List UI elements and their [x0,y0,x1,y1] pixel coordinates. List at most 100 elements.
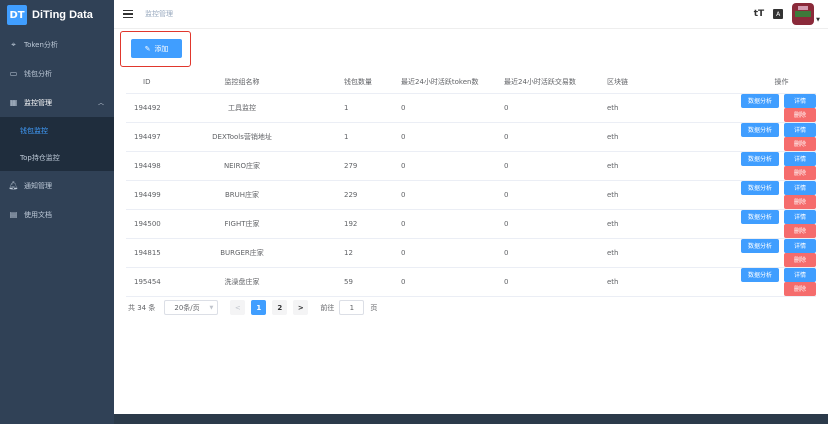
cell-name: BURGER庄家 [186,238,298,268]
cell-token: 0 [401,93,504,123]
sidebar-item-docs[interactable]: ▤ 使用文档 [0,200,114,229]
sidebar-item-top-holdings-monitor[interactable]: Top持仓监控 [0,144,114,171]
next-page-button[interactable]: > [293,300,309,315]
data-analysis-button[interactable]: 数据分析 [741,238,779,253]
breadcrumb[interactable]: 监控管理 [145,9,173,19]
sidebar-item-label: 钱包监控 [20,126,48,135]
cell-name: DEXTools营销地址 [186,122,298,152]
wallet-icon: ▭ [9,69,18,78]
edit-icon: ✎ [144,45,151,53]
delete-button[interactable]: 删除 [784,252,816,267]
goto-page-input[interactable]: 1 [339,300,365,315]
sidebar-item-token-analysis[interactable]: ⌖ Token分析 [0,30,114,59]
table-row: 194815 BURGER庄家 12 0 0 eth 数据分析 详情删除 [126,238,816,268]
sidebar-item-wallet-monitor[interactable]: 钱包监控 [0,117,114,144]
sidebar-item-wallet-analysis[interactable]: ▭ 钱包分析 [0,59,114,88]
cell-ops: 数据分析 详情删除 [707,122,816,152]
sidebar-item-label: 监控管理 [24,98,52,107]
col-header-token: 最近24小时活跃token数 [401,71,504,94]
data-analysis-button[interactable]: 数据分析 [741,209,779,224]
table-row: 194492 工具监控 1 0 0 eth 数据分析 详情删除 [126,93,816,123]
detail-button[interactable]: 详情 [784,238,816,253]
col-header-chain: 区块链 [607,71,707,94]
detail-button[interactable]: 详情 [784,267,816,282]
goto-prefix: 前往 [320,303,335,312]
delete-button[interactable]: 删除 [784,281,816,296]
pagination: 共 34 条 20条/页 ▼ < 1 2 > 前往 1 页 [128,300,377,315]
cell-id: 194500 [126,209,186,239]
top-header: 监控管理 tT A ▼ [114,0,828,29]
detail-button[interactable]: 详情 [784,122,816,137]
logo-text: DiTing Data [32,9,93,21]
delete-button[interactable]: 删除 [784,107,816,122]
cell-chain: eth [607,238,707,268]
cell-count: 12 [298,238,401,268]
pagination-total: 共 34 条 [128,303,156,312]
cell-chain: eth [607,267,707,297]
sidebar-nav: ⌖ Token分析 ▭ 钱包分析 ▦ 监控管理 ︿ 钱包监控 Top持仓监控 🔔… [0,30,114,229]
cell-id: 194499 [126,180,186,210]
detail-button[interactable]: 详情 [784,180,816,195]
data-analysis-button[interactable]: 数据分析 [741,93,779,108]
sidebar-item-notifications[interactable]: 🔔︎ 通知管理 [0,171,114,200]
delete-button[interactable]: 删除 [784,223,816,238]
col-header-name: 监控组名称 [186,71,298,94]
delete-button[interactable]: 删除 [784,136,816,151]
sidebar-item-label: 钱包分析 [24,69,52,78]
page-button-2[interactable]: 2 [272,300,288,315]
detail-button[interactable]: 详情 [784,151,816,166]
bottom-bar [114,414,828,424]
data-analysis-button[interactable]: 数据分析 [741,267,779,282]
cell-name: NEIRO庄家 [186,151,298,181]
cell-id: 195454 [126,267,186,297]
cell-tx: 0 [504,209,607,239]
cell-count: 229 [298,180,401,210]
cell-count: 192 [298,209,401,239]
page-button-1[interactable]: 1 [251,300,267,315]
table-row: 194497 DEXTools营销地址 1 0 0 eth 数据分析 详情删除 [126,122,816,152]
caret-down-icon[interactable]: ▼ [816,17,820,23]
cell-id: 194492 [126,93,186,123]
cell-id: 194498 [126,151,186,181]
cell-token: 0 [401,151,504,181]
detail-button[interactable]: 详情 [784,93,816,108]
chevron-up-icon: ︿ [97,100,104,107]
sidebar-item-monitor-management[interactable]: ▦ 监控管理 ︿ [0,88,114,117]
col-header-count: 钱包数量 [298,71,401,94]
cell-count: 1 [298,93,401,123]
sidebar-item-label: Token分析 [24,40,58,49]
chevron-down-icon: ▼ [209,304,214,311]
cell-ops: 数据分析 详情删除 [707,267,816,297]
cell-name: FIGHT庄家 [186,209,298,239]
cell-tx: 0 [504,180,607,210]
hamburger-icon[interactable] [123,10,133,18]
cell-chain: eth [607,122,707,152]
data-analysis-button[interactable]: 数据分析 [741,151,779,166]
page-size-select[interactable]: 20条/页 ▼ [164,300,219,315]
add-button-label: 添加 [154,45,169,53]
data-analysis-button[interactable]: 数据分析 [741,122,779,137]
translate-icon[interactable]: A [773,9,784,19]
prev-page-button[interactable]: < [230,300,246,315]
data-analysis-button[interactable]: 数据分析 [741,180,779,195]
logo[interactable]: DT DiTing Data [0,0,114,30]
bell-icon: 🔔︎ [8,181,19,190]
delete-button[interactable]: 删除 [784,165,816,180]
delete-button[interactable]: 删除 [784,194,816,209]
sidebar-item-label: 使用文档 [24,210,52,219]
cell-chain: eth [607,209,707,239]
avatar[interactable] [792,3,815,25]
cell-chain: eth [607,180,707,210]
table-row: 195454 洗澡盘庄家 59 0 0 eth 数据分析 详情删除 [126,267,816,297]
doc-icon: ▤ [9,210,18,219]
detail-button[interactable]: 详情 [784,209,816,224]
cell-id: 194497 [126,122,186,152]
cell-name: BRUH庄家 [186,180,298,210]
cell-tx: 0 [504,93,607,123]
grid-icon: ▦ [9,98,18,107]
cell-token: 0 [401,209,504,239]
font-size-icon[interactable]: tT [754,9,764,19]
add-button[interactable]: ✎ 添加 [131,39,182,58]
cell-tx: 0 [504,122,607,152]
sidebar-submenu: 钱包监控 Top持仓监控 [0,117,114,171]
